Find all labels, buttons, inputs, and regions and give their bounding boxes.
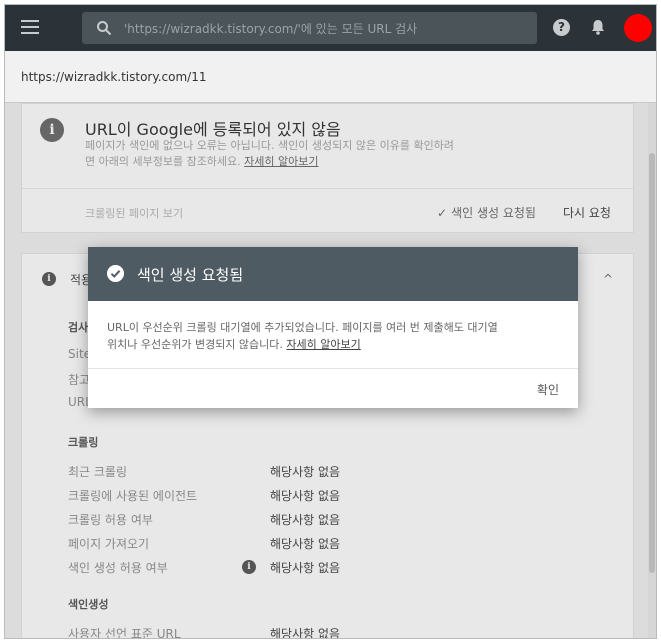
learn-more-link[interactable]: 자세히 알아보기	[286, 338, 360, 351]
inspected-url-bar: https://wizradkk.tistory.com/11	[5, 51, 656, 103]
chevron-up-icon[interactable]: ^	[603, 272, 613, 286]
ok-button[interactable]: 확인	[537, 381, 559, 398]
view-crawled-page-link[interactable]: 크롤링된 페이지 보기	[85, 205, 183, 221]
dialog-body-line1: URL이 우선순위 크롤링 대기열에 추가되었습니다. 페이지를 여러 번 제출…	[107, 321, 498, 334]
learn-more-link[interactable]: 자세히 알아보기	[244, 155, 318, 168]
indexing-requested-dialog: 색인 생성 요청됨 URL이 우선순위 크롤링 대기열에 추가되었습니다. 페이…	[88, 247, 578, 408]
crawl-row-label: 크롤링 허용 여부	[68, 513, 153, 527]
crawl-row-label: 색인 생성 허용 여부	[68, 561, 168, 575]
help-icon[interactable]: ?	[553, 19, 570, 36]
crawl-row-label: 최근 크롤링	[68, 465, 128, 479]
request-again-button[interactable]: 다시 요청	[563, 204, 611, 221]
check-circle-icon	[107, 265, 124, 282]
divider	[88, 368, 578, 369]
crawl-row-value: 해당사항 없음	[270, 561, 341, 575]
info-icon[interactable]: i	[242, 560, 256, 574]
dialog-body: URL이 우선순위 크롤링 대기열에 추가되었습니다. 페이지를 여러 번 제출…	[107, 319, 567, 353]
status-description: 페이지가 색인에 없으나 오류는 아닙니다. 색인이 생성되지 않은 이유를 확…	[85, 138, 555, 170]
info-icon: i	[40, 118, 64, 142]
top-bar: 'https://wizradkk.tistory.com/'에 있는 모든 U…	[5, 5, 656, 51]
info-icon: i	[42, 272, 56, 286]
scrollbar-thumb[interactable]	[649, 153, 655, 573]
status-desc-line1: 페이지가 색인에 없으나 오류는 아닙니다. 색인이 생성되지 않은 이유를 확…	[85, 139, 454, 152]
indexing-requested-status: ✓ 색인 생성 요청됨	[437, 204, 536, 221]
crawl-row-value: 해당사항 없음	[270, 537, 341, 551]
search-placeholder: 'https://wizradkk.tistory.com/'에 있는 모든 U…	[124, 22, 418, 36]
crawl-row-label: 페이지 가져오기	[68, 537, 150, 551]
dialog-header: 색인 생성 요청됨	[88, 247, 578, 301]
indexing-requested-label: 색인 생성 요청됨	[451, 206, 536, 220]
status-card: i URL이 Google에 등록되어 있지 않음 페이지가 색인에 없으나 오…	[21, 103, 634, 233]
avatar[interactable]	[624, 14, 652, 42]
indexing-section-label: 색인생성	[68, 598, 109, 611]
inspected-url: https://wizradkk.tistory.com/11	[21, 70, 207, 84]
indexing-row-value: 해당사항 없음	[270, 627, 341, 639]
crawl-row-label: 크롤링에 사용된 에이전트	[68, 489, 198, 503]
scrollbar[interactable]	[648, 103, 656, 638]
discovery-row: 참고	[68, 373, 91, 387]
divider	[22, 188, 633, 189]
dialog-title: 색인 생성 요청됨	[137, 266, 244, 284]
search-icon	[97, 21, 112, 36]
check-icon: ✓	[437, 206, 448, 220]
status-title: URL이 Google에 등록되어 있지 않음	[85, 120, 341, 139]
bell-icon[interactable]	[589, 18, 607, 36]
status-desc-line2: 면 아래의 세부정보를 참조하세요.	[85, 155, 245, 168]
crawl-row-value: 해당사항 없음	[270, 465, 341, 479]
app-frame: 'https://wizradkk.tistory.com/'에 있는 모든 U…	[4, 4, 657, 639]
dialog-body-line2: 위치나 우선순위가 변경되지 않습니다.	[107, 338, 287, 351]
menu-icon[interactable]	[21, 20, 39, 34]
discovery-section-label: 검사	[68, 321, 89, 334]
indexing-row-label: 사용자 선언 표준 URL	[68, 627, 181, 639]
crawl-row-value: 해당사항 없음	[270, 489, 341, 503]
crawl-section-label: 크롤링	[68, 436, 99, 449]
search-input[interactable]: 'https://wizradkk.tistory.com/'에 있는 모든 U…	[82, 12, 537, 44]
crawl-row-value: 해당사항 없음	[270, 513, 341, 527]
